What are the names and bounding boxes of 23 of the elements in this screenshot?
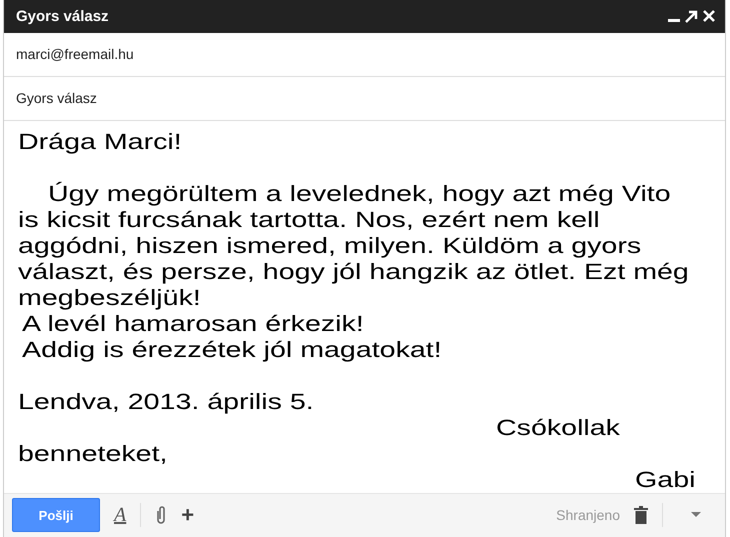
message-line: Csókollak	[496, 414, 620, 441]
message-line: benneteket,	[18, 440, 168, 467]
message-line: is kicsit furcsának tartotta. Nos, ezért nem kell	[18, 206, 600, 233]
window-title: Gyors válasz	[16, 8, 110, 25]
caret-icon[interactable]	[691, 512, 701, 518]
message-line: választ, és persze, hogy jól hangzik az ötlet. Ezt még	[18, 258, 689, 285]
trash-icon[interactable]	[634, 506, 648, 524]
message-line: aggódni, hiszen ismered, milyen. Küldöm a gyors	[18, 232, 642, 259]
formatting-icon[interactable]: A	[114, 504, 126, 527]
message-line: Lendva, 2013. április 5.	[18, 388, 314, 415]
message-line: Gabi	[634, 466, 695, 493]
message-line: Úgy megörültem a levelednek, hogy azt még Vito	[48, 180, 671, 207]
message-line: Addig is érezzétek jól magatokat!	[22, 336, 442, 363]
recipient-field[interactable]: marci@freemail.hu	[4, 32, 725, 77]
message-line: megbeszéljük!	[18, 284, 201, 311]
message-line: Drága Marci!	[18, 128, 182, 155]
more-options-icon[interactable]: +	[181, 502, 194, 528]
message-line: A levél hamarosan érkezik!	[22, 310, 364, 337]
paperclip-icon[interactable]	[155, 505, 168, 526]
pop-out-icon[interactable]	[685, 10, 698, 23]
subject-field[interactable]: Gyors válasz	[4, 76, 725, 121]
saved-status: Shranjeno	[555, 507, 620, 524]
close-icon[interactable]	[703, 10, 715, 22]
